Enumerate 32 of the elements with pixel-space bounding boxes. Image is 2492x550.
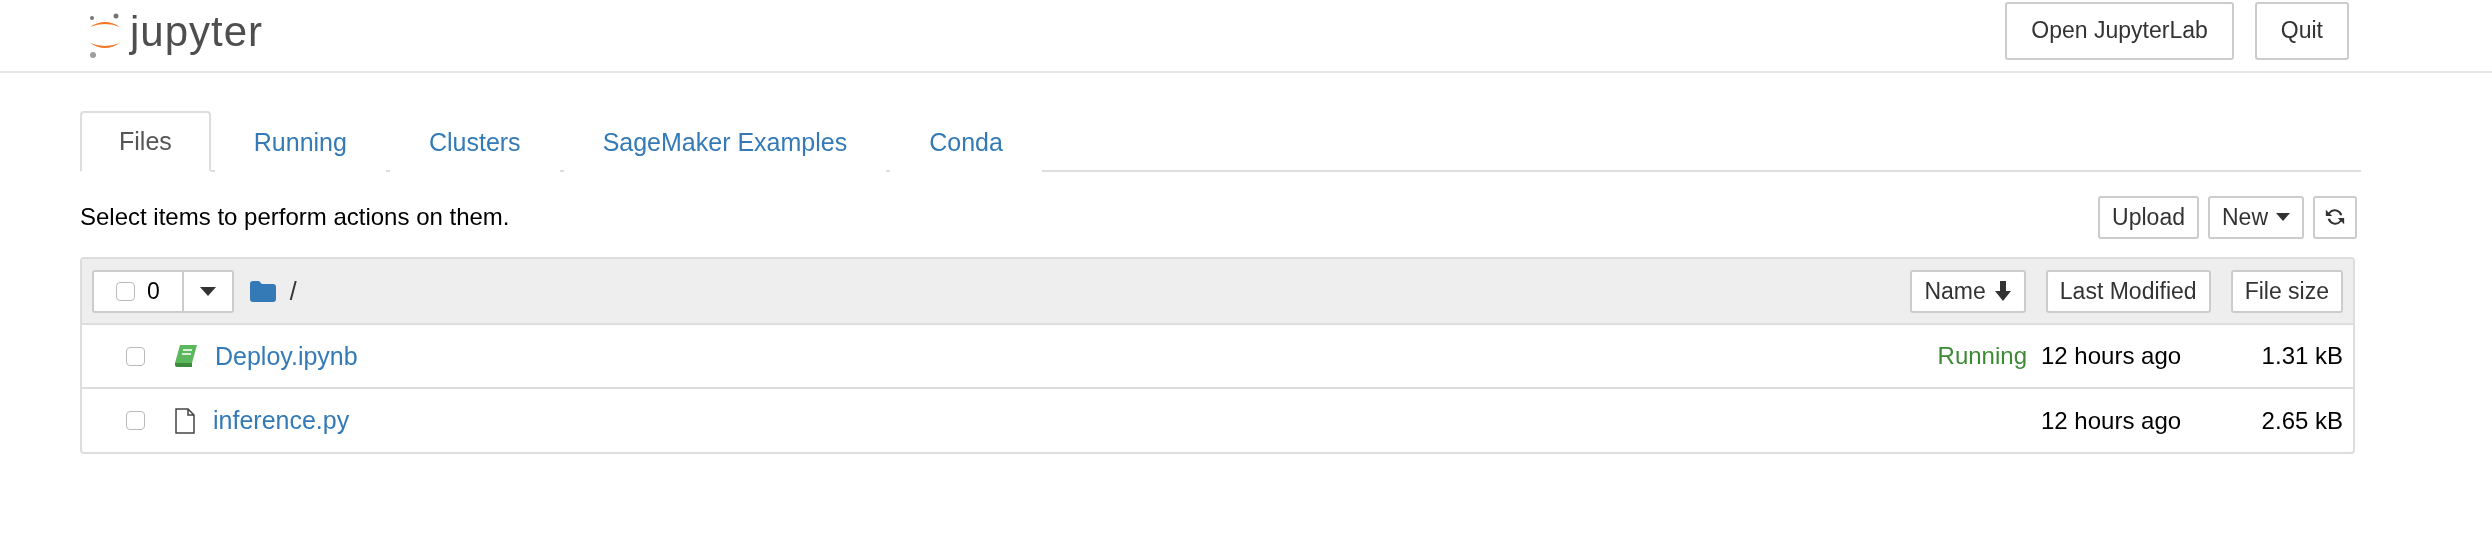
caret-icon — [199, 286, 216, 296]
row-checkbox[interactable] — [126, 411, 145, 430]
open-jupyterlab-button[interactable]: Open JupyterLab — [2005, 1, 2234, 60]
select-all-checkbox[interactable] — [116, 281, 135, 301]
folder-icon — [249, 280, 276, 302]
quit-button[interactable]: Quit — [2254, 1, 2349, 60]
sort-button[interactable]: File size — [2230, 269, 2343, 313]
path-text: / — [289, 276, 297, 306]
modified-text: 12 hours ago — [2041, 342, 2183, 370]
tab[interactable]: Files — [80, 111, 211, 172]
select-control[interactable]: 0 — [92, 269, 234, 313]
sort-button[interactable]: Name — [1910, 269, 2026, 313]
book-icon — [175, 345, 197, 367]
new-button[interactable]: New — [2208, 195, 2304, 239]
refresh-icon — [2324, 206, 2346, 228]
row-checkbox[interactable] — [126, 346, 145, 366]
modified-text: 12 hours ago — [2041, 406, 2183, 435]
file-icon — [175, 407, 195, 434]
file-link[interactable]: inference.py — [213, 406, 350, 435]
selected-count: 0 — [147, 277, 160, 305]
arrow-down-icon — [1993, 281, 2012, 301]
logo-icon — [88, 12, 122, 59]
hint-text: Select items to perform actions on them. — [80, 203, 510, 231]
status-text: Running — [1937, 342, 2027, 370]
size-text: 2.65 kB — [2260, 406, 2343, 435]
logo-text: jupyter — [130, 7, 264, 56]
refresh-button[interactable] — [2313, 195, 2357, 239]
size-text: 1.31 kB — [2260, 342, 2343, 370]
upload-button[interactable]: Upload — [2098, 195, 2199, 239]
caret-icon — [2276, 213, 2290, 221]
sort-button[interactable]: Last Modified — [2045, 269, 2211, 313]
file-link[interactable]: Deploy.ipynb — [215, 341, 358, 371]
